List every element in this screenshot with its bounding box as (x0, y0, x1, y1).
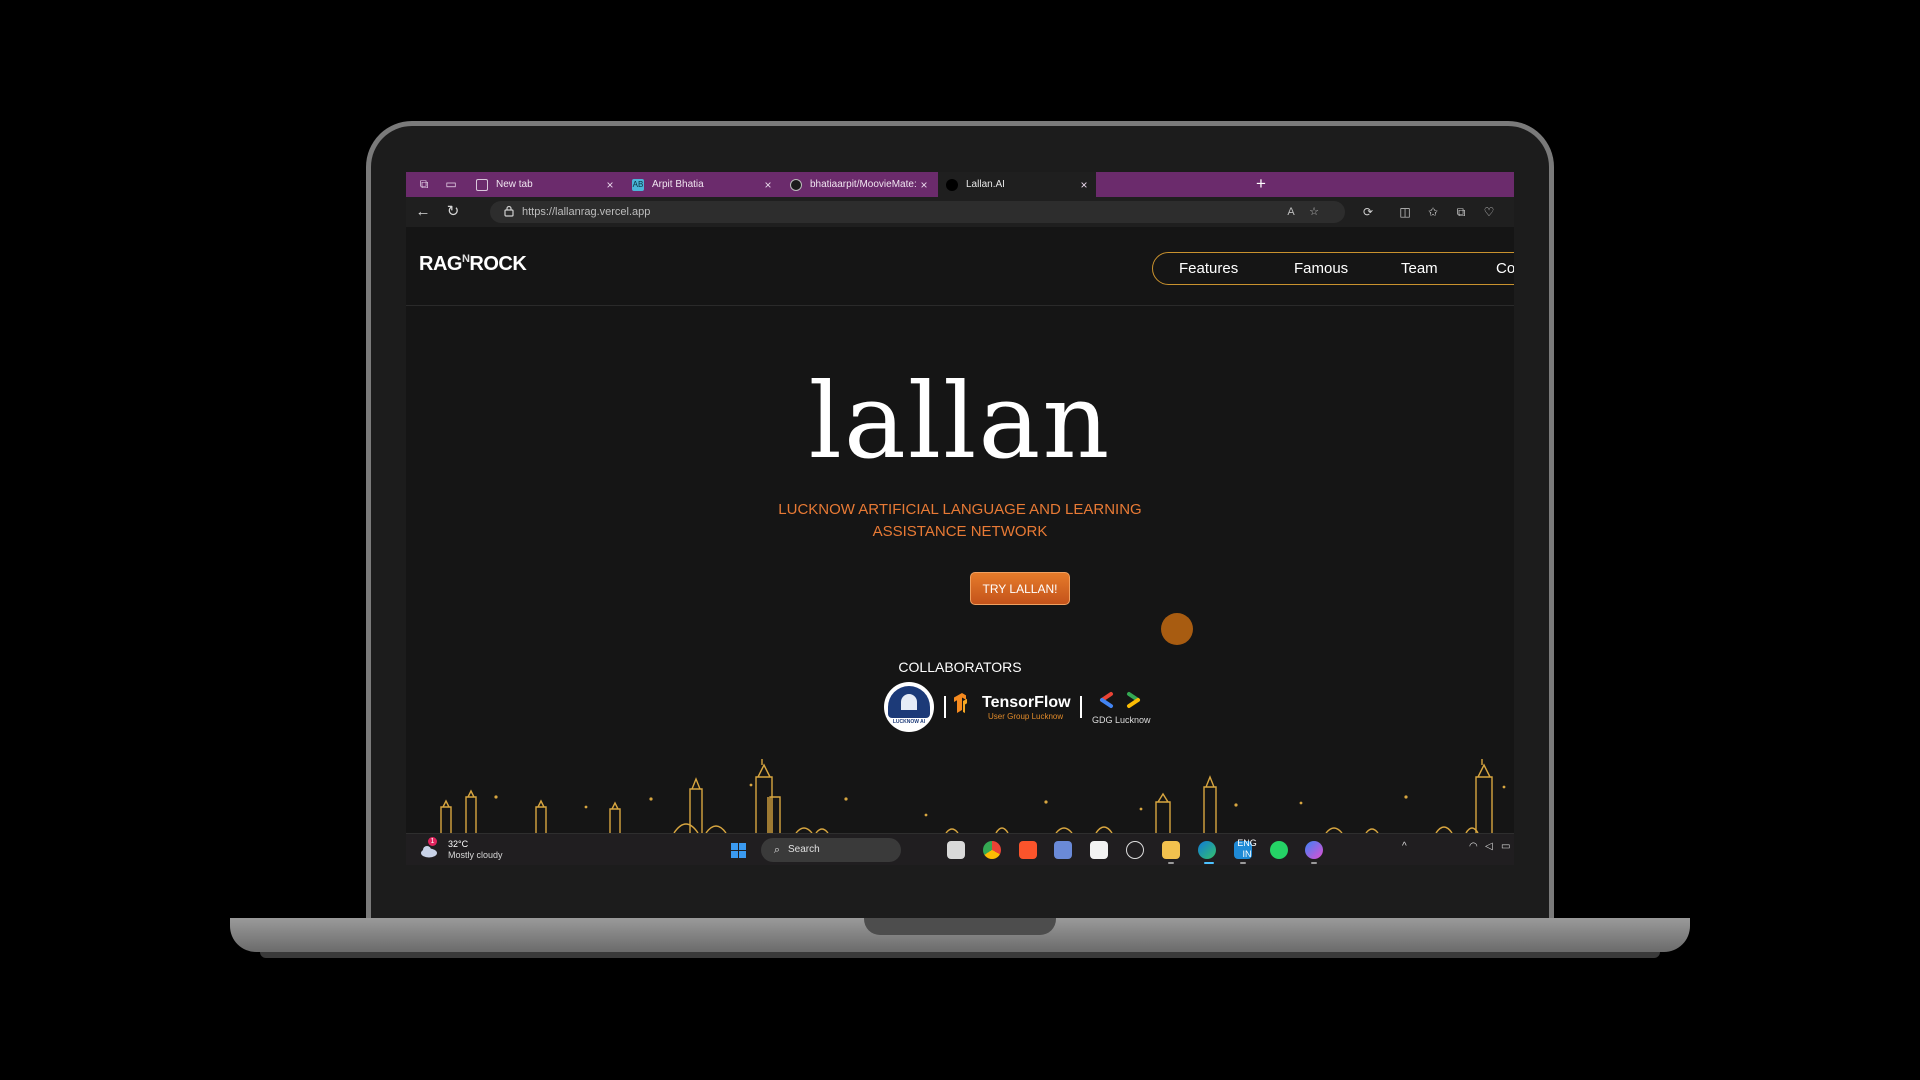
gdg-name: GDG Lucknow (1092, 715, 1151, 725)
tab-label: bhatiaarpit/MoovieMate: Moovie (810, 179, 918, 190)
tensorflow-subtitle: User Group Lucknow (988, 712, 1064, 721)
tensorflow-icon (954, 693, 970, 713)
copilot-icon[interactable] (1305, 841, 1323, 859)
windows-taskbar: 1 32°C Mostly cloudy ⌕ Search ^ ENG IN ◠ (406, 833, 1514, 865)
tab-actions-icon[interactable]: ▭ (443, 177, 459, 192)
url-field[interactable]: https://lallanrag.vercel.app A ☆ (490, 201, 1345, 223)
show-hidden-icons-icon[interactable]: ^ (1402, 841, 1407, 852)
tab-bar: ⧉ ▭ New tab × AB Arpit Bhatia × bhatiaar… (406, 172, 1514, 197)
whatsapp-icon[interactable] (1270, 841, 1288, 859)
snipping-tool-icon[interactable] (1054, 841, 1072, 859)
lucknow-skyline-illustration (440, 759, 1506, 833)
lock-icon[interactable] (502, 205, 516, 219)
weather-temperature[interactable]: 32°C (448, 839, 468, 849)
tab-lallan[interactable]: Lallan.AI × (938, 172, 1096, 197)
favorites-icon[interactable]: ✩ (1424, 203, 1442, 221)
tab-arpit-bhatia[interactable]: AB Arpit Bhatia × (624, 172, 780, 197)
wifi-icon[interactable]: ◠ (1469, 841, 1478, 852)
tab-label: Arpit Bhatia (652, 179, 704, 190)
nav-link-famous[interactable]: Famous (1294, 260, 1348, 277)
split-screen-icon[interactable]: ◫ (1396, 203, 1414, 221)
chrome-icon[interactable] (983, 841, 1001, 859)
task-view-icon[interactable] (947, 841, 965, 859)
tensorflow-name[interactable]: TensorFlow (982, 694, 1071, 712)
tab-new-tab[interactable]: New tab × (468, 172, 622, 197)
nav-link-features[interactable]: Features (1179, 260, 1238, 277)
ragnrock-logo[interactable]: RAGNROCK (419, 253, 527, 276)
read-aloud-icon[interactable]: A (1284, 205, 1298, 219)
new-tab-icon (476, 178, 488, 191)
nav-link-team[interactable]: Team (1401, 260, 1438, 277)
screen: ⧉ ▭ New tab × AB Arpit Bhatia × bhatiaar… (406, 172, 1514, 865)
dell-icon[interactable] (1126, 841, 1144, 859)
gdg-icon[interactable] (1098, 689, 1142, 711)
try-lallan-button[interactable]: TRY LALLAN! (970, 572, 1070, 605)
extensions-icon[interactable]: ⟳ (1359, 203, 1377, 221)
weather-condition[interactable]: Mostly cloudy (448, 850, 503, 860)
windows-start-icon[interactable] (731, 843, 746, 858)
hero-title: lallan (808, 360, 1112, 482)
laptop-foot (260, 952, 1660, 958)
file-explorer-icon[interactable] (1162, 841, 1180, 859)
running-indicator (1168, 862, 1174, 864)
close-icon[interactable]: × (762, 178, 774, 192)
close-icon[interactable]: × (1078, 178, 1090, 192)
tab-label: Lallan.AI (966, 179, 1005, 190)
region-code: IN (1242, 849, 1252, 859)
active-indicator (1204, 862, 1214, 864)
url-text: https://lallanrag.vercel.app (522, 206, 651, 218)
close-icon[interactable]: × (604, 178, 616, 192)
tab-label: New tab (496, 179, 533, 190)
language-indicator[interactable]: ENG IN (1232, 838, 1262, 860)
collections-icon[interactable]: ⧉ (1452, 203, 1470, 221)
lucknow-ai-label: LUCKNOW AI (892, 719, 926, 725)
workspaces-icon[interactable]: ⧉ (416, 177, 432, 192)
search-label: Search (788, 844, 820, 855)
lallan-icon (946, 178, 958, 191)
close-icon[interactable]: × (918, 178, 930, 192)
weather-badge: 1 (428, 837, 437, 846)
lucknow-ai-logo[interactable]: LUCKNOW AI (884, 682, 934, 732)
github-icon (790, 178, 802, 191)
brave-icon[interactable] (1019, 841, 1037, 859)
refresh-icon[interactable]: ↻ (444, 203, 462, 221)
search-icon: ⌕ (773, 844, 781, 856)
running-indicator (1240, 862, 1246, 864)
website: RAGNROCK Features Famous Team Con lallan… (406, 227, 1514, 833)
browser-essentials-icon[interactable]: ♡ (1480, 203, 1498, 221)
volume-icon[interactable]: ◁ (1485, 841, 1493, 852)
logo-part: ROCK (469, 253, 527, 275)
running-indicator (1311, 862, 1317, 864)
site-header: RAGNROCK Features Famous Team Con (406, 227, 1514, 306)
portfolio-icon: AB (632, 178, 644, 191)
logo-part: RAG (419, 253, 462, 275)
collaborators-title: COLLABORATORS (898, 659, 1022, 675)
favorite-star-icon[interactable]: ☆ (1307, 205, 1321, 219)
divider (944, 696, 946, 718)
cursor-follower (1161, 613, 1193, 645)
new-tab-plus-icon[interactable]: + (1256, 174, 1266, 194)
address-bar-row: ← ↻ https://lallanrag.vercel.app A ☆ ⟳ ◫… (406, 197, 1514, 227)
nav-link-contact[interactable]: Con (1496, 260, 1514, 277)
edge-icon[interactable] (1198, 841, 1216, 859)
lucknow-ai-dome (901, 694, 917, 710)
tab-github[interactable]: bhatiaarpit/MoovieMate: Moovie × (782, 172, 936, 197)
battery-icon[interactable]: ▭ (1501, 841, 1510, 852)
lang-code: ENG (1237, 838, 1257, 848)
taskbar-search[interactable]: ⌕ Search (761, 838, 901, 862)
hero-subtitle: LUCKNOW ARTIFICIAL LANGUAGE AND LEARNING… (778, 501, 1142, 540)
microsoft-store-icon[interactable] (1090, 841, 1108, 859)
divider (1080, 696, 1082, 718)
laptop-notch (864, 918, 1056, 935)
back-icon[interactable]: ← (414, 203, 432, 221)
